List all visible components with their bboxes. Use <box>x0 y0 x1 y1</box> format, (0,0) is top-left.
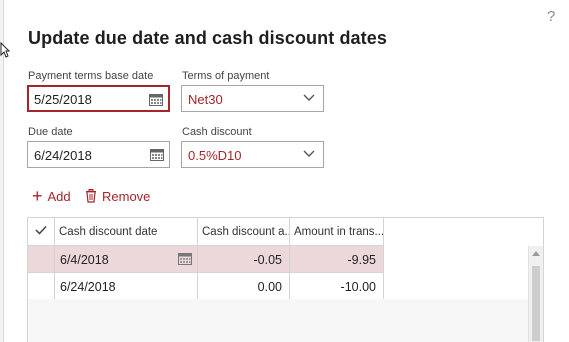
column-header-amount-in-transaction[interactable]: Amount in trans... <box>290 218 384 246</box>
payment-terms-base-date-label: Payment terms base date <box>28 70 154 82</box>
due-date-label: Due date <box>28 126 73 138</box>
cash-discount-select[interactable]: 0.5%D10 <box>181 141 324 168</box>
row-select-cell[interactable] <box>28 273 55 299</box>
column-header-cash-discount-amount[interactable]: Cash discount a... <box>198 218 290 246</box>
cash-discount-date-cell[interactable]: 6/24/2018 <box>55 273 198 299</box>
grid-scrollbar[interactable] <box>528 246 543 342</box>
cash-discount-amount-cell[interactable]: -0.05 <box>198 246 290 272</box>
add-button-label: Add <box>47 188 71 204</box>
amount-in-transaction-cell[interactable]: -9.95 <box>290 246 384 272</box>
table-row[interactable]: 6/24/2018 0.00 -10.00 <box>28 273 384 300</box>
scrollbar-thumb[interactable] <box>532 266 540 341</box>
cash-discount-date-value[interactable]: 6/4/2018 <box>60 253 109 267</box>
cash-discount-amount-cell[interactable]: 0.00 <box>198 273 290 299</box>
chevron-down-icon[interactable] <box>303 94 315 102</box>
due-date-field[interactable]: 6/24/2018 <box>27 141 170 168</box>
mouse-cursor-icon <box>0 42 10 58</box>
calendar-icon[interactable] <box>178 252 192 265</box>
dialog-title: Update due date and cash discount dates <box>28 28 387 48</box>
terms-of-payment-label: Terms of payment <box>182 70 270 82</box>
column-header-cash-discount-date[interactable]: Cash discount date <box>55 218 198 246</box>
remove-button[interactable]: Remove <box>85 186 150 206</box>
terms-of-payment-select[interactable]: Net30 <box>181 85 324 112</box>
table-row[interactable]: 6/4/2018 -0.05 -9.95 <box>28 246 384 273</box>
cash-discount-label: Cash discount <box>182 126 252 138</box>
plus-icon: + <box>32 186 43 206</box>
payment-terms-base-date-field[interactable]: 5/25/2018 <box>27 85 170 112</box>
select-all-checkbox[interactable] <box>28 218 55 246</box>
checkmark-icon <box>35 225 47 235</box>
amount-in-transaction-cell[interactable]: -10.00 <box>290 273 384 299</box>
payment-terms-base-date-value[interactable]: 5/25/2018 <box>34 92 92 107</box>
add-button[interactable]: + Add <box>32 186 71 206</box>
help-icon[interactable]: ? <box>547 8 555 25</box>
remove-button-label: Remove <box>102 188 151 204</box>
cash-discount-date-cell[interactable]: 6/4/2018 <box>55 246 198 272</box>
chevron-down-icon[interactable] <box>303 150 315 158</box>
cash-discount-grid: Cash discount date Cash discount a... Am… <box>27 217 544 342</box>
cash-discount-value[interactable]: 0.5%D10 <box>188 148 241 163</box>
trash-icon <box>86 189 96 203</box>
row-select-cell[interactable] <box>28 246 55 272</box>
grid-empty-area <box>28 299 528 342</box>
terms-of-payment-value[interactable]: Net30 <box>188 92 223 107</box>
calendar-icon[interactable] <box>150 148 164 161</box>
due-date-value[interactable]: 6/24/2018 <box>34 148 92 163</box>
scroll-up-icon[interactable] <box>532 251 540 256</box>
calendar-icon[interactable] <box>149 93 163 106</box>
